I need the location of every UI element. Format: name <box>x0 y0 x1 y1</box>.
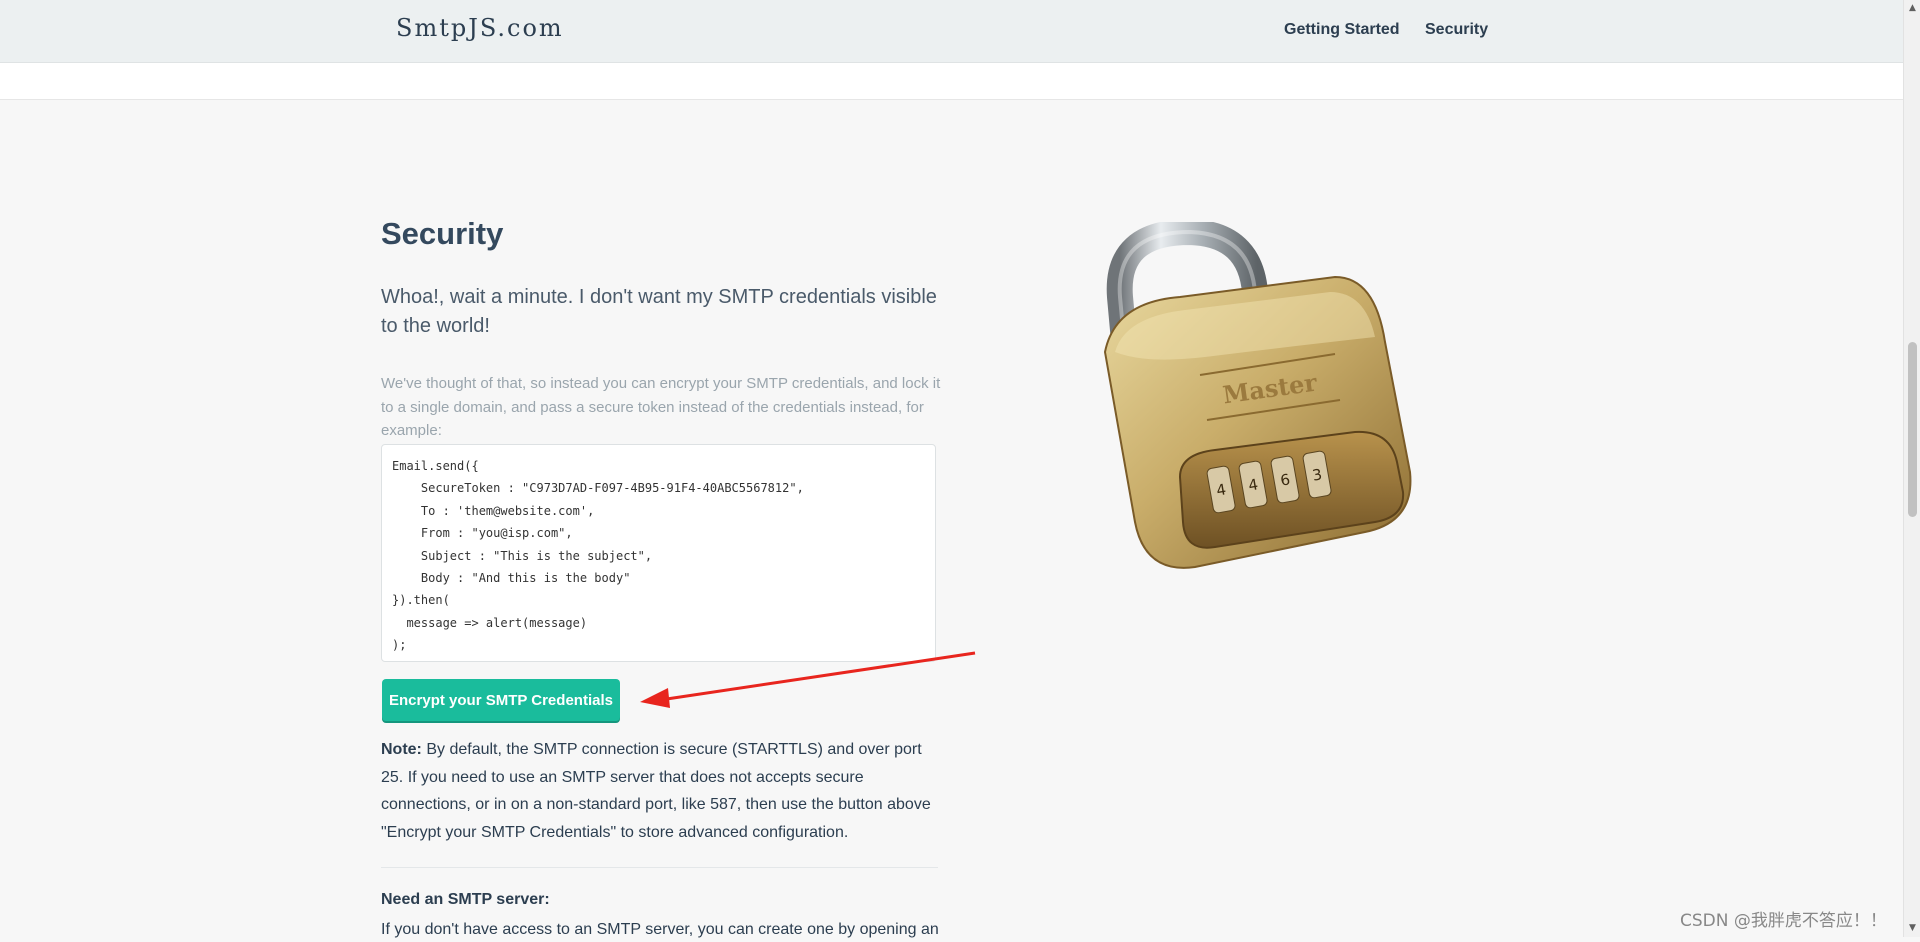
need-server-heading: Need an SMTP server: <box>381 891 550 908</box>
header-band <box>0 63 1903 100</box>
note-label: Note: <box>381 741 422 758</box>
lead-text: Whoa!, wait a minute. I don't want my SM… <box>381 286 937 337</box>
section-title: Security <box>381 216 504 251</box>
note-paragraph: Note: By default, the SMTP connection is… <box>381 736 941 846</box>
code-example: Email.send({ SecureToken : "C973D7AD-F09… <box>381 444 936 662</box>
watermark-text: CSDN @我胖虎不答应！！ <box>1680 911 1887 931</box>
note-text: By default, the SMTP connection is secur… <box>381 741 931 841</box>
padlock-icon: 4 4 6 3 Master <box>1103 222 1412 569</box>
section-divider <box>381 867 938 868</box>
encrypt-credentials-button[interactable]: Encrypt your SMTP Credentials <box>382 679 620 721</box>
scroll-down-icon[interactable]: ▼ <box>1904 920 1920 937</box>
scroll-up-icon[interactable]: ▲ <box>1904 0 1920 17</box>
brand-logo-link[interactable]: SmtpJS.com <box>396 14 564 42</box>
vertical-scrollbar[interactable]: ▲ ▼ <box>1903 0 1920 937</box>
nav-link-security[interactable]: Security <box>1425 21 1488 39</box>
scrollbar-thumb[interactable] <box>1908 342 1917 517</box>
top-navbar: SmtpJS.com Getting Started Security <box>0 0 1903 63</box>
need-server-text: If you don't have access to an SMTP serv… <box>381 921 939 938</box>
red-arrow-annotation <box>640 651 976 708</box>
nav-link-getting-started[interactable]: Getting Started <box>1284 21 1400 39</box>
description-text: We've thought of that, so instead you ca… <box>381 375 941 439</box>
